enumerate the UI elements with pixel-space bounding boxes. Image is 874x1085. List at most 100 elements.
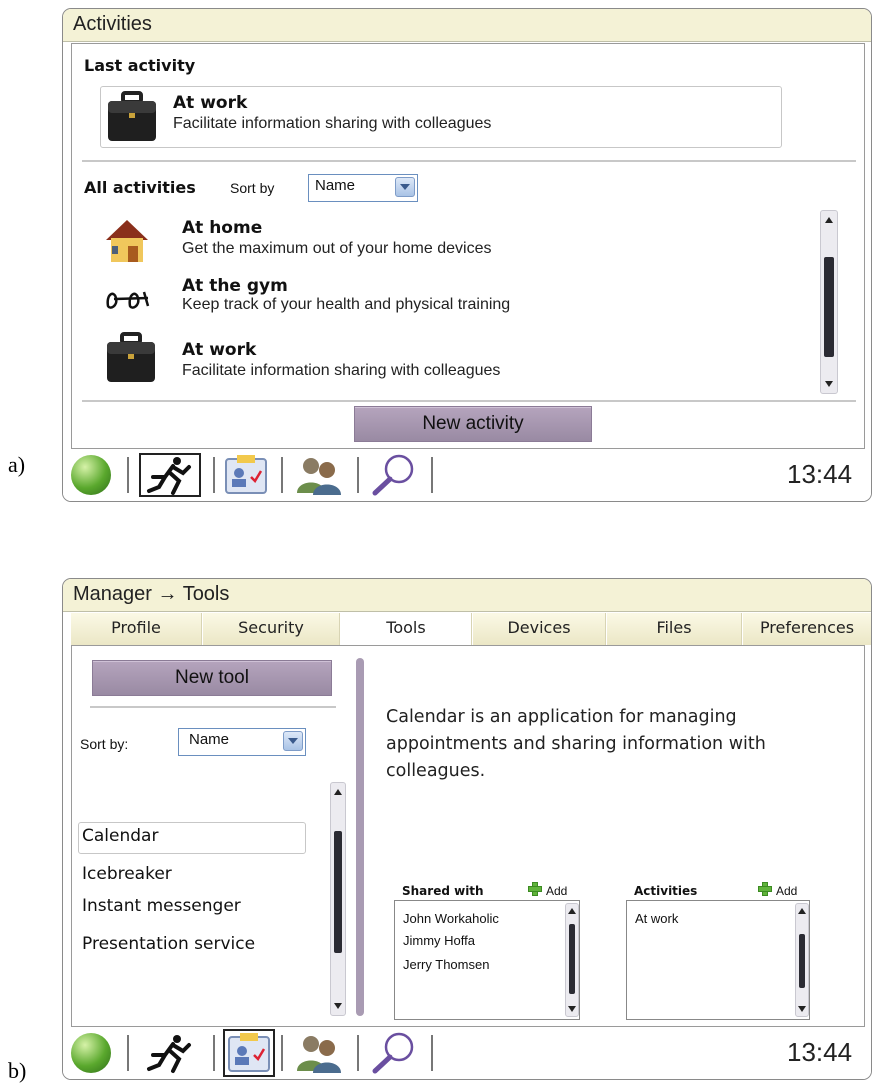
list-item[interactable]: Jerry Thomsen — [403, 957, 489, 972]
activity-title: At home — [182, 218, 263, 238]
list-item[interactable]: John Workaholic — [403, 911, 499, 926]
scroll-up-icon[interactable] — [821, 213, 837, 227]
scroll-down-icon[interactable] — [796, 1002, 808, 1016]
title-bar: Activities — [63, 9, 871, 42]
list-item[interactable]: At work Facilitate information sharing w… — [102, 330, 802, 390]
tools-scrollbar[interactable] — [330, 782, 346, 1016]
tools-content: New tool Sort by: Name Calendar Icebreak… — [71, 645, 865, 1027]
list-item[interactable]: Jimmy Hoffa — [403, 933, 475, 948]
people-icon[interactable] — [291, 453, 345, 497]
add-icon[interactable] — [758, 882, 772, 896]
list-item[interactable]: At the gym Keep track of your health and… — [102, 272, 802, 328]
last-activity-card[interactable]: At work Facilitate information sharing w… — [100, 86, 782, 148]
activities-scrollbar[interactable] — [820, 210, 838, 394]
chevron-down-icon[interactable] — [395, 177, 415, 197]
sort-select[interactable]: Name — [308, 174, 418, 202]
globe-icon[interactable] — [71, 1033, 111, 1073]
shared-scrollbar[interactable] — [565, 903, 579, 1017]
divider — [82, 160, 856, 162]
scroll-down-icon[interactable] — [331, 999, 345, 1013]
activity-title: At work — [182, 340, 257, 360]
tool-item[interactable]: Icebreaker — [82, 864, 172, 884]
panel-a-label: a) — [8, 452, 26, 477]
clock: 13:44 — [787, 459, 853, 489]
add-shared-button[interactable]: Add — [546, 884, 567, 898]
activities-window: Activities Last activity At work Facilit… — [62, 8, 872, 502]
briefcase-icon — [107, 332, 155, 382]
tab-files[interactable]: Files — [607, 613, 742, 645]
dumbbell-icon — [106, 291, 150, 309]
runner-icon[interactable] — [139, 1031, 201, 1075]
separator — [281, 457, 283, 493]
taskbar: 13:44 — [63, 1027, 871, 1079]
new-activity-button[interactable]: New activity — [354, 406, 592, 442]
magnifier-icon[interactable] — [369, 451, 419, 499]
activities-scrollbar[interactable] — [795, 903, 809, 1017]
window-title: Activities — [73, 13, 152, 35]
tab-profile[interactable]: Profile — [71, 613, 202, 645]
activities-list[interactable]: At work — [626, 900, 810, 1020]
scroll-down-icon[interactable] — [566, 1002, 578, 1016]
contacts-card-icon[interactable] — [223, 453, 269, 497]
separator — [213, 457, 215, 493]
divider — [90, 706, 336, 708]
sort-by-label: Sort by — [230, 180, 275, 196]
activity-description: Facilitate information sharing with coll… — [173, 115, 492, 132]
tool-item[interactable]: Instant messenger — [82, 896, 241, 916]
tab-devices[interactable]: Devices — [473, 613, 606, 645]
list-item[interactable]: At work — [635, 911, 678, 926]
separator — [431, 457, 433, 493]
magnifier-icon[interactable] — [369, 1029, 419, 1077]
add-icon[interactable] — [528, 882, 542, 896]
separator — [127, 1035, 129, 1071]
add-activity-button[interactable]: Add — [776, 884, 797, 898]
separator — [127, 457, 129, 493]
scrollbar-thumb[interactable] — [799, 934, 805, 988]
sort-select[interactable]: Name — [178, 728, 306, 756]
activity-title: At work — [173, 93, 248, 113]
scroll-down-icon[interactable] — [821, 377, 837, 391]
separator — [431, 1035, 433, 1071]
tab-bar: Profile Security Tools Devices Files Pre… — [71, 613, 871, 645]
tool-item[interactable]: Presentation service — [82, 934, 255, 954]
chevron-down-icon[interactable] — [283, 731, 303, 751]
list-item[interactable]: At home Get the maximum out of your home… — [102, 212, 802, 268]
activities-content: Last activity At work Facilitate informa… — [71, 43, 865, 449]
scrollbar-thumb[interactable] — [569, 924, 575, 994]
scroll-up-icon[interactable] — [566, 904, 578, 918]
scroll-up-icon[interactable] — [331, 785, 345, 799]
separator — [357, 457, 359, 493]
window-title: Manager → Tools — [73, 583, 230, 605]
tools-window: Manager → Tools Profile Security Tools D… — [62, 578, 872, 1080]
shared-with-list[interactable]: John Workaholic Jimmy Hoffa Jerry Thomse… — [394, 900, 580, 1020]
panel-b-label: b) — [8, 1058, 27, 1083]
runner-icon[interactable] — [139, 453, 201, 497]
separator — [281, 1035, 283, 1071]
sort-by-label: Sort by: — [80, 736, 129, 752]
activity-title: At the gym — [182, 276, 288, 296]
activity-description: Facilitate information sharing with coll… — [182, 362, 501, 379]
tool-item[interactable]: Calendar — [82, 826, 158, 846]
briefcase-icon — [108, 91, 156, 141]
taskbar: 13:44 — [63, 449, 871, 501]
tool-description: Calendar is an application for managing … — [386, 707, 766, 781]
new-tool-button[interactable]: New tool — [92, 660, 332, 696]
shared-with-heading: Shared with — [402, 884, 484, 898]
scroll-up-icon[interactable] — [796, 904, 808, 918]
people-icon[interactable] — [291, 1031, 345, 1075]
activities-heading: Activities — [634, 884, 698, 898]
divider — [82, 400, 856, 402]
sort-select-value: Name — [189, 731, 230, 748]
scrollbar-thumb[interactable] — [824, 257, 834, 357]
tab-security[interactable]: Security — [203, 613, 340, 645]
tab-tools[interactable]: Tools — [341, 613, 472, 645]
contacts-card-icon[interactable] — [223, 1029, 275, 1077]
tab-preferences[interactable]: Preferences — [743, 613, 871, 645]
all-activities-heading: All activities — [84, 178, 196, 197]
title-bar: Manager → Tools — [63, 579, 871, 612]
scrollbar-thumb[interactable] — [334, 831, 342, 953]
globe-icon[interactable] — [71, 455, 111, 495]
clock: 13:44 — [787, 1037, 853, 1067]
activity-description: Get the maximum out of your home devices — [182, 240, 492, 257]
pane-splitter[interactable] — [356, 658, 364, 1016]
